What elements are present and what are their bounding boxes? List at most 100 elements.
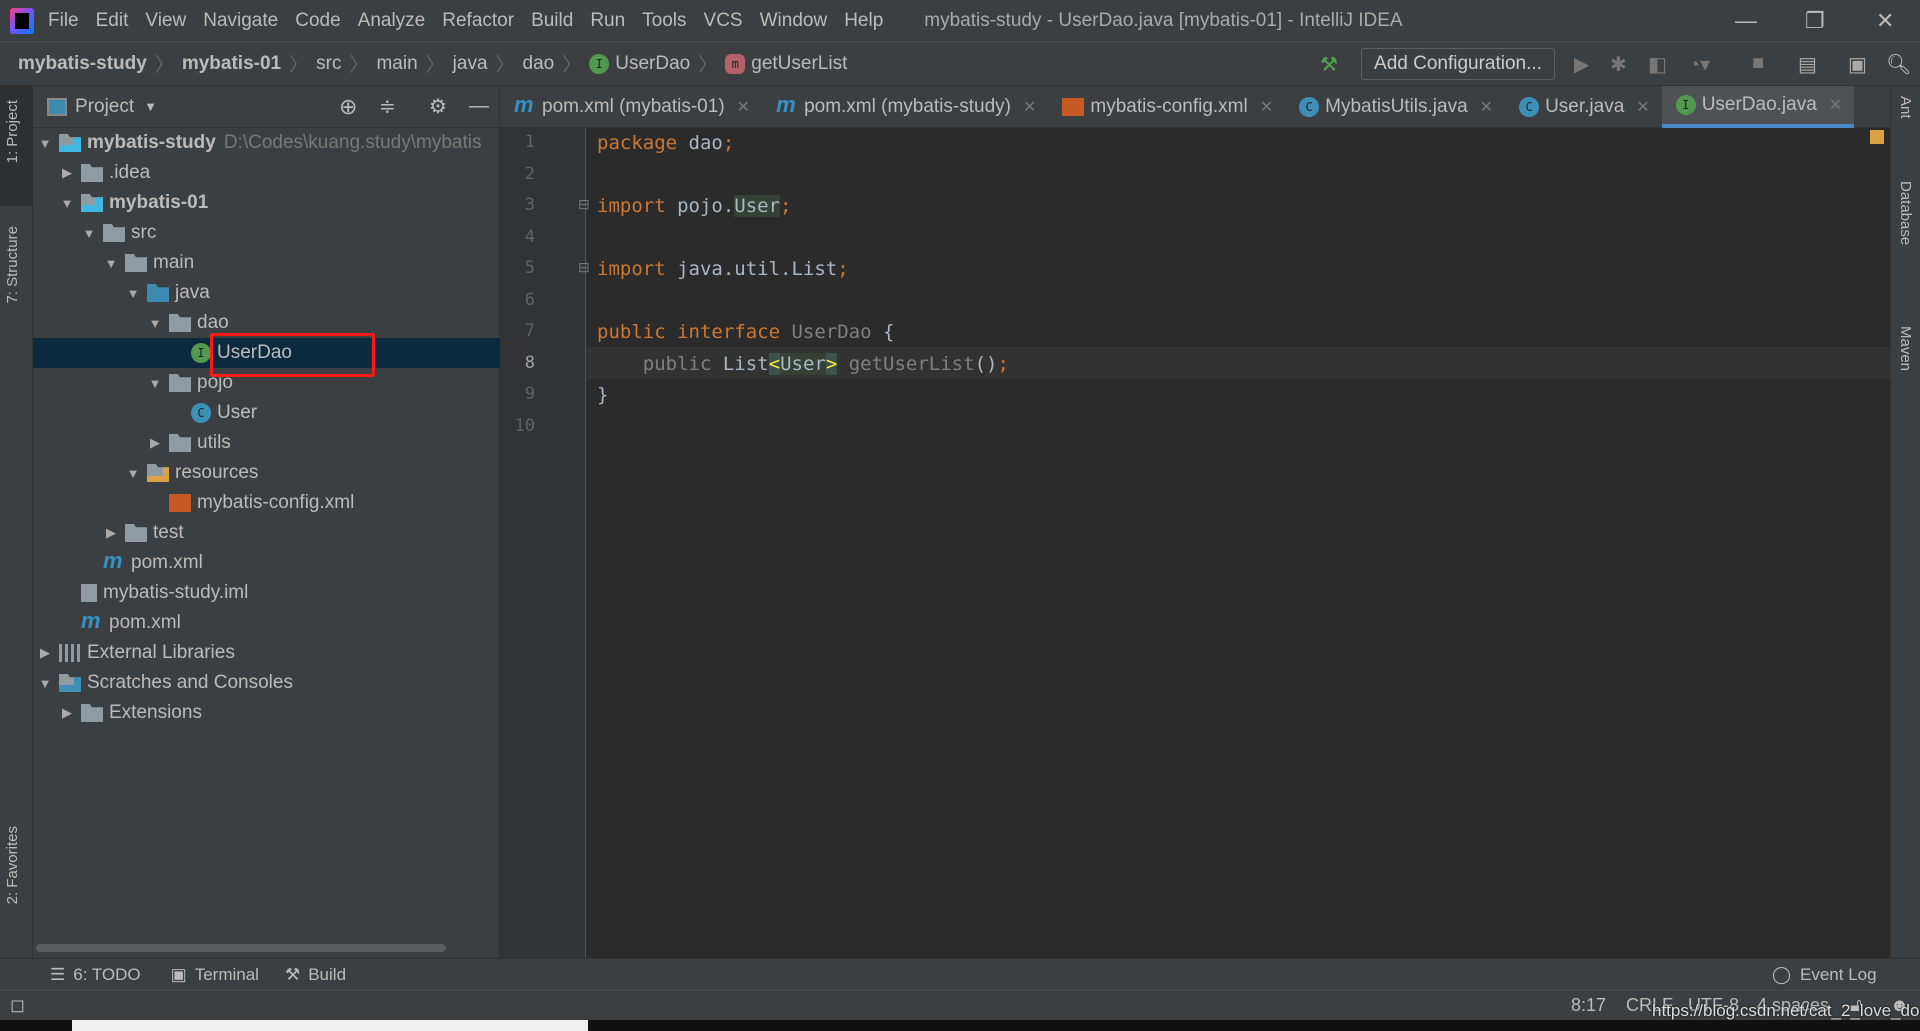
collapsed-arrow-icon[interactable]: ▶: [57, 705, 77, 721]
favorites-tool-tab[interactable]: 2: Favorites: [4, 826, 21, 904]
code-editor[interactable]: package dao; import pojo.User; ⊟ import jav…: [578, 128, 1890, 958]
breadcrumb-item[interactable]: m getUserList: [725, 53, 847, 75]
menu-run[interactable]: Run: [590, 10, 625, 32]
expanded-arrow-icon[interactable]: ▼: [35, 136, 55, 151]
code-line[interactable]: public interface UserDao {: [597, 321, 894, 343]
code-line[interactable]: import java.util.List;: [597, 258, 849, 280]
tree-item[interactable]: m pom.xml: [33, 548, 500, 578]
editor-tab[interactable]: C MybatisUtils.java ✕: [1285, 86, 1505, 128]
editor-tab[interactable]: m pom.xml (mybatis-study) ✕: [762, 86, 1048, 128]
close-tab-icon[interactable]: ✕: [1023, 97, 1036, 117]
minimize-icon[interactable]: —: [1735, 8, 1757, 34]
chevron-down-icon[interactable]: ▼: [144, 99, 157, 114]
tree-item[interactable]: ▼ java: [33, 278, 500, 308]
editor-tab[interactable]: mybatis-config.xml ✕: [1048, 86, 1285, 128]
build-hammer-icon[interactable]: ⚒: [1320, 52, 1338, 77]
add-configuration-button[interactable]: Add Configuration...: [1361, 48, 1555, 80]
maven-tool-tab[interactable]: Maven: [1897, 326, 1914, 371]
terminal-run-icon[interactable]: ▣: [1848, 52, 1867, 77]
fold-icon[interactable]: ⊟: [578, 196, 590, 213]
tree-item[interactable]: ▶ Extensions: [33, 698, 500, 728]
inspection-status-icon[interactable]: [1870, 130, 1884, 144]
stop-icon[interactable]: ■: [1752, 52, 1764, 75]
menu-vcs[interactable]: VCS: [704, 10, 743, 32]
menu-code[interactable]: Code: [295, 10, 340, 32]
menu-analyze[interactable]: Analyze: [358, 10, 426, 32]
structure-tool-tab[interactable]: 7: Structure: [4, 226, 21, 304]
tree-item[interactable]: mybatis-study.iml: [33, 578, 500, 608]
tree-item[interactable]: ▶ test: [33, 518, 500, 548]
menu-tools[interactable]: Tools: [642, 10, 686, 32]
hide-icon[interactable]: —: [469, 95, 489, 118]
collapsed-arrow-icon[interactable]: ▶: [57, 165, 77, 181]
project-tool-tab[interactable]: 1: Project: [4, 100, 21, 163]
tree-item[interactable]: ▶ External Libraries: [33, 638, 500, 668]
expanded-arrow-icon[interactable]: ▼: [123, 286, 143, 301]
close-icon[interactable]: ✕: [1876, 8, 1894, 34]
code-line[interactable]: import pojo.User;: [597, 195, 792, 217]
expanded-arrow-icon[interactable]: ▼: [145, 316, 165, 331]
menu-view[interactable]: View: [145, 10, 186, 32]
breadcrumb-item[interactable]: dao: [523, 53, 555, 75]
profile-icon[interactable]: ◔▾: [1688, 52, 1710, 77]
debug-icon[interactable]: ✱: [1610, 52, 1627, 77]
breadcrumb-item[interactable]: mybatis-01: [182, 53, 281, 75]
tool-windows-toggle-icon[interactable]: ◻: [10, 995, 25, 1016]
editor-tab[interactable]: C User.java ✕: [1505, 86, 1662, 128]
tree-item[interactable]: C User: [33, 398, 500, 428]
tree-item[interactable]: ▼ Scratches and Consoles: [33, 668, 500, 698]
collapsed-arrow-icon[interactable]: ▶: [145, 435, 165, 451]
expanded-arrow-icon[interactable]: ▼: [57, 196, 77, 211]
breadcrumb-item[interactable]: src: [316, 53, 341, 75]
gear-icon[interactable]: ⚙: [429, 94, 447, 119]
expanded-arrow-icon[interactable]: ▼: [35, 676, 55, 691]
menu-window[interactable]: Window: [760, 10, 828, 32]
code-line[interactable]: public List<User> getUserList();: [597, 352, 1009, 375]
code-line[interactable]: package dao;: [597, 132, 734, 154]
close-tab-icon[interactable]: ✕: [1480, 97, 1493, 117]
menu-edit[interactable]: Edit: [96, 10, 129, 32]
tree-item[interactable]: ▼ mybatis-01: [33, 188, 500, 218]
editor-tab[interactable]: m pom.xml (mybatis-01) ✕: [500, 86, 762, 128]
tree-item[interactable]: ▼ src: [33, 218, 500, 248]
tree-item[interactable]: m pom.xml: [33, 608, 500, 638]
close-tab-icon[interactable]: ✕: [1829, 95, 1842, 115]
code-line[interactable]: }: [597, 384, 608, 406]
breadcrumb-item[interactable]: main: [376, 53, 417, 75]
terminal-tool-button[interactable]: Terminal: [195, 965, 259, 985]
expanded-arrow-icon[interactable]: ▼: [145, 376, 165, 391]
collapse-all-icon[interactable]: ≑: [379, 94, 396, 119]
project-view-selector[interactable]: Project: [75, 96, 134, 118]
event-log-button[interactable]: Event Log: [1800, 965, 1877, 985]
breadcrumb-item[interactable]: java: [453, 53, 488, 75]
menu-refactor[interactable]: Refactor: [442, 10, 514, 32]
ant-tool-tab[interactable]: Ant: [1897, 96, 1914, 119]
build-tool-button[interactable]: Build: [308, 965, 346, 985]
close-tab-icon[interactable]: ✕: [1636, 97, 1649, 117]
tree-item[interactable]: ▼ main: [33, 248, 500, 278]
collapsed-arrow-icon[interactable]: ▶: [101, 525, 121, 541]
breadcrumb-item[interactable]: I UserDao: [589, 53, 690, 75]
close-tab-icon[interactable]: ✕: [737, 97, 750, 117]
database-tool-tab[interactable]: Database: [1897, 181, 1914, 245]
fold-icon[interactable]: ⊟: [578, 259, 590, 276]
collapsed-arrow-icon[interactable]: ▶: [35, 645, 55, 661]
search-icon[interactable]: 🔍︎: [1886, 52, 1911, 77]
horizontal-scrollbar[interactable]: [36, 944, 446, 952]
locate-icon[interactable]: ⊕: [339, 94, 357, 120]
menu-help[interactable]: Help: [844, 10, 883, 32]
restore-icon[interactable]: ❐: [1805, 8, 1825, 34]
expanded-arrow-icon[interactable]: ▼: [79, 226, 99, 241]
coverage-icon[interactable]: ◧: [1648, 52, 1667, 77]
expanded-arrow-icon[interactable]: ▼: [101, 256, 121, 271]
todo-tool-button[interactable]: 6: TODO: [73, 965, 140, 985]
menu-navigate[interactable]: Navigate: [203, 10, 278, 32]
tree-item[interactable]: mybatis-config.xml: [33, 488, 500, 518]
tree-item[interactable]: ▼ mybatis-study D:\Codes\kuang.study\mybat…: [33, 128, 500, 158]
tree-item[interactable]: ▶ .idea: [33, 158, 500, 188]
breadcrumb-item[interactable]: mybatis-study: [18, 53, 147, 75]
expanded-arrow-icon[interactable]: ▼: [123, 466, 143, 481]
menu-build[interactable]: Build: [531, 10, 573, 32]
tree-item[interactable]: ▼ resources: [33, 458, 500, 488]
editor-tab[interactable]: I UserDao.java ✕: [1661, 86, 1855, 128]
